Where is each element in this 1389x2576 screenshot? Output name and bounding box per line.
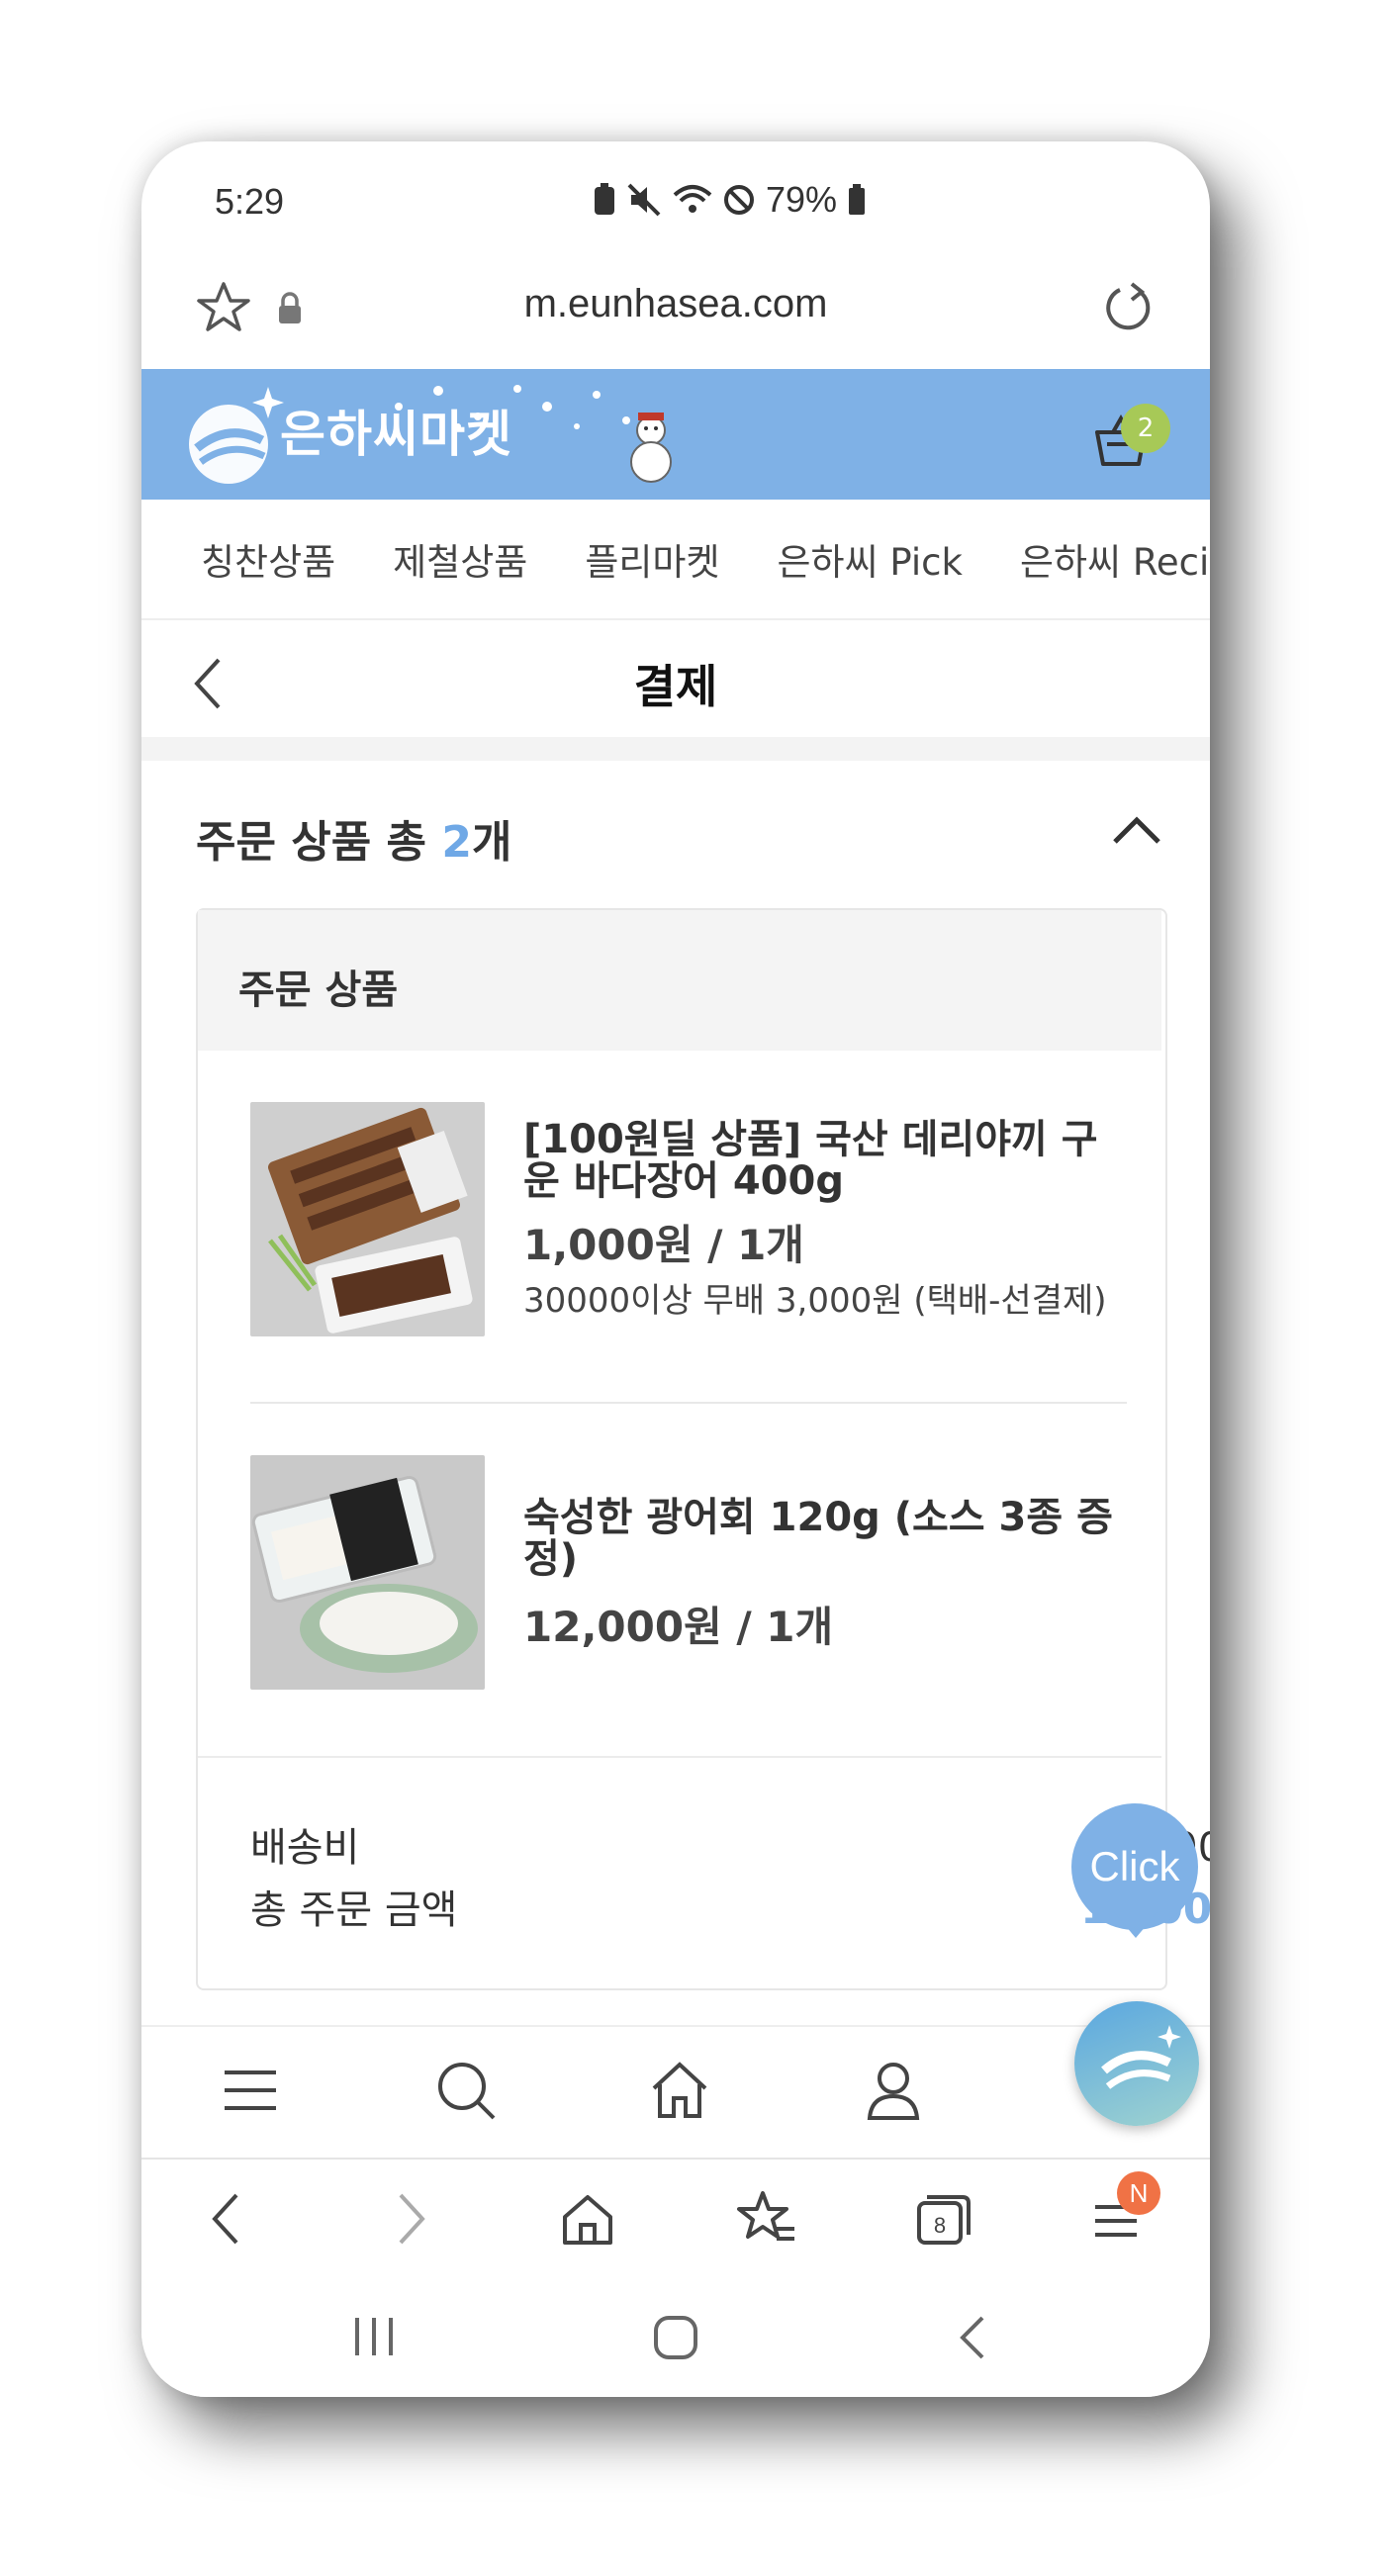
- logo-icon[interactable]: [179, 383, 288, 492]
- product-name[interactable]: [100원딜 상품] 국산 데리야끼 구운 바다장어 400g: [523, 1119, 1127, 1202]
- cart-count-badge: 2: [1121, 404, 1170, 453]
- phone-screen: 5:29 79% m.eunhasea.com 은하씨마켓 2 칭찬상품 제철상…: [141, 141, 1210, 2397]
- mute-icon: [627, 183, 661, 217]
- system-back-icon[interactable]: [953, 2314, 992, 2361]
- status-time: 5:29: [215, 181, 285, 222]
- click-bubble-button[interactable]: Click: [1071, 1803, 1198, 1930]
- browser-home-icon[interactable]: [561, 2193, 614, 2247]
- order-section-title: 주문 상품 총 2개: [196, 806, 511, 870]
- category-item[interactable]: 플리마켓: [585, 532, 719, 586]
- category-item[interactable]: 제철상품: [393, 532, 527, 586]
- category-item[interactable]: 칭찬상품: [201, 532, 335, 586]
- wifi-icon: [673, 185, 712, 213]
- system-home-icon[interactable]: [650, 2312, 701, 2363]
- order-count: 2: [441, 817, 472, 868]
- browser-forward-icon[interactable]: [391, 2189, 430, 2249]
- product-thumbnail-eel[interactable]: [250, 1102, 485, 1336]
- tabs-icon[interactable]: 8: [913, 2189, 972, 2249]
- block-icon: [724, 185, 754, 215]
- product-name[interactable]: 숙성한 광어회 120g (소스 3종 증정): [523, 1497, 1127, 1580]
- order-card-title: 주문 상품: [238, 967, 399, 1013]
- chevron-up-icon[interactable]: [1111, 814, 1162, 846]
- category-nav: 칭찬상품 제철상품 플리마켓 은하씨 Pick 은하씨 Recipe: [141, 500, 1210, 620]
- url-field[interactable]: m.eunhasea.com: [141, 282, 1210, 326]
- recent-apps-icon[interactable]: [349, 2314, 399, 2359]
- battery-saver-icon: [595, 183, 614, 215]
- search-icon[interactable]: [434, 2059, 498, 2122]
- item-divider: [250, 1402, 1127, 1404]
- category-item[interactable]: 은하씨 Recipe: [1020, 532, 1210, 586]
- battery-percent: 79%: [766, 179, 838, 220]
- shipping-fee-label: 배송비: [250, 1825, 360, 1871]
- browser-toolbar: [141, 2158, 1210, 2288]
- chat-fab-button[interactable]: [1074, 2001, 1199, 2126]
- home-icon[interactable]: [648, 2059, 711, 2122]
- total-label: 총 주문 금액: [250, 1887, 458, 1933]
- category-item[interactable]: 은하씨 Pick: [778, 532, 963, 586]
- section-suffix: 개: [471, 817, 512, 868]
- product-thumbnail-flatfish[interactable]: [250, 1455, 485, 1690]
- browser-back-icon[interactable]: [207, 2189, 246, 2249]
- section-divider: [141, 737, 1210, 761]
- menu-notification-badge: N: [1117, 2171, 1160, 2215]
- battery-icon: [849, 184, 866, 215]
- section-prefix: 주문 상품 총: [196, 817, 442, 868]
- page-title: 결제: [633, 660, 718, 713]
- click-bubble-tail: [1114, 1912, 1158, 1938]
- brand-wave-icon: [1101, 2025, 1181, 2089]
- user-icon[interactable]: [862, 2059, 925, 2122]
- product-price: 12,000원 / 1개: [523, 1603, 834, 1651]
- tab-count: 8: [934, 2213, 946, 2238]
- bookmarks-icon[interactable]: [737, 2189, 796, 2249]
- product-price: 1,000원 / 1개: [523, 1221, 804, 1269]
- summary-divider: [198, 1756, 1161, 1758]
- product-shipping-info: 30000이상 무배 3,000원 (택배-선결제): [523, 1281, 1107, 1321]
- snowman-icon: [630, 413, 672, 483]
- status-icons: 79%: [592, 179, 867, 221]
- reload-icon[interactable]: [1096, 278, 1156, 337]
- menu-icon[interactable]: [221, 2061, 280, 2120]
